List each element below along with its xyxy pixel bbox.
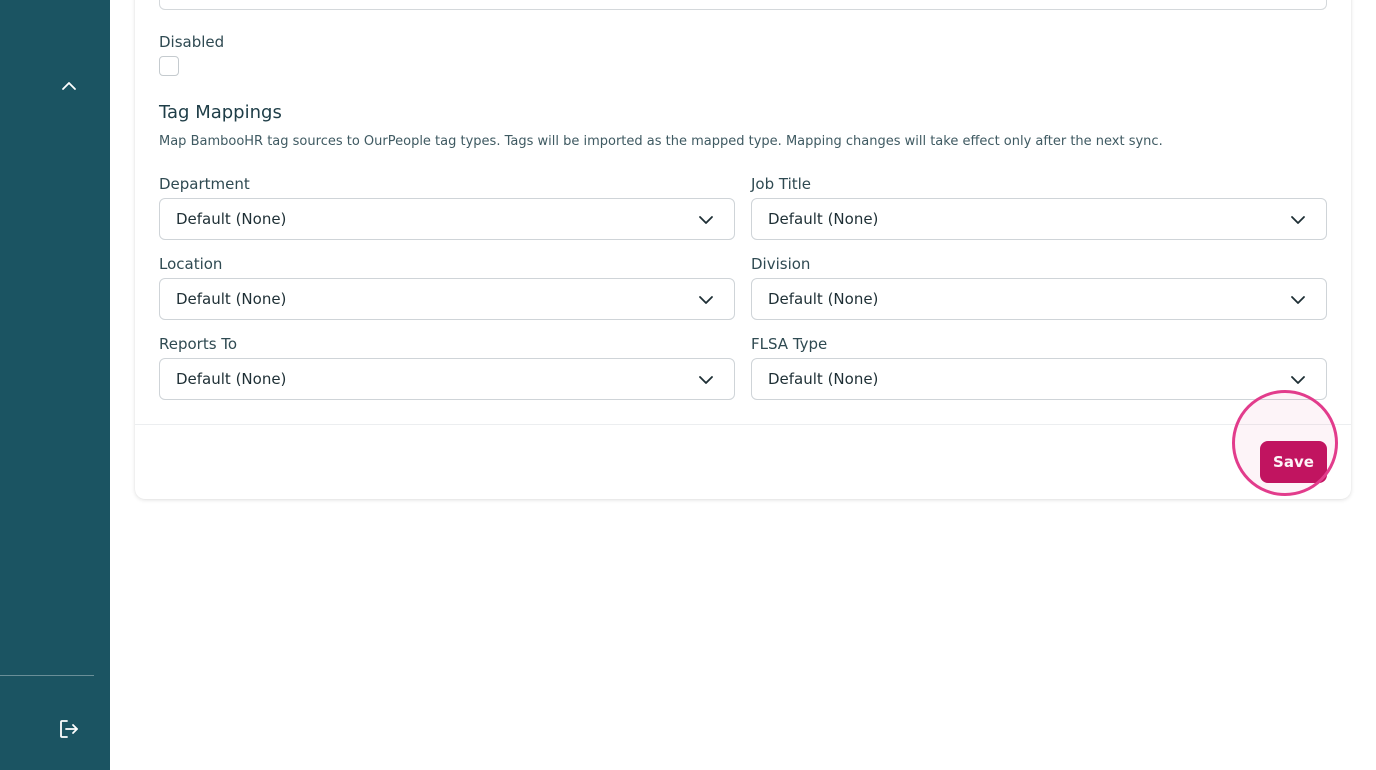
logout-button[interactable] xyxy=(55,715,83,743)
card-footer-divider xyxy=(135,424,1351,425)
collapse-button[interactable] xyxy=(55,72,83,100)
sidebar xyxy=(0,0,110,770)
location-label: Location xyxy=(159,255,223,273)
department-value: Default (None) xyxy=(176,210,287,228)
integration-settings-card: Disabled Tag Mappings Map BambooHR tag s… xyxy=(135,0,1351,499)
disabled-checkbox[interactable] xyxy=(159,56,179,76)
logout-icon xyxy=(60,720,78,738)
job-title-label: Job Title xyxy=(751,175,812,193)
department-select[interactable]: Default (None) xyxy=(159,198,735,240)
previous-field-input[interactable] xyxy=(159,0,1327,10)
chevron-down-icon xyxy=(1291,216,1305,224)
save-button[interactable]: Save xyxy=(1260,441,1327,483)
department-label: Department xyxy=(159,175,250,193)
chevron-down-icon xyxy=(1291,296,1305,304)
division-select[interactable]: Default (None) xyxy=(751,278,1327,320)
division-value: Default (None) xyxy=(768,290,879,308)
flsa-type-value: Default (None) xyxy=(768,370,879,388)
reports-to-select[interactable]: Default (None) xyxy=(159,358,735,400)
flsa-type-select[interactable]: Default (None) xyxy=(751,358,1327,400)
location-value: Default (None) xyxy=(176,290,287,308)
job-title-value: Default (None) xyxy=(768,210,879,228)
job-title-select[interactable]: Default (None) xyxy=(751,198,1327,240)
chevron-down-icon xyxy=(699,216,713,224)
reports-to-label: Reports To xyxy=(159,335,238,353)
chevron-down-icon xyxy=(1291,376,1305,384)
chevron-down-icon xyxy=(699,376,713,384)
flsa-type-label: FLSA Type xyxy=(751,335,828,353)
chevron-down-icon xyxy=(699,296,713,304)
tag-mappings-title: Tag Mappings xyxy=(159,102,282,123)
sidebar-divider xyxy=(0,675,94,676)
division-label: Division xyxy=(751,255,811,273)
tag-mappings-description: Map BambooHR tag sources to OurPeople ta… xyxy=(159,134,1163,149)
chevron-up-icon xyxy=(62,82,76,90)
reports-to-value: Default (None) xyxy=(176,370,287,388)
location-select[interactable]: Default (None) xyxy=(159,278,735,320)
disabled-label: Disabled xyxy=(159,33,225,51)
